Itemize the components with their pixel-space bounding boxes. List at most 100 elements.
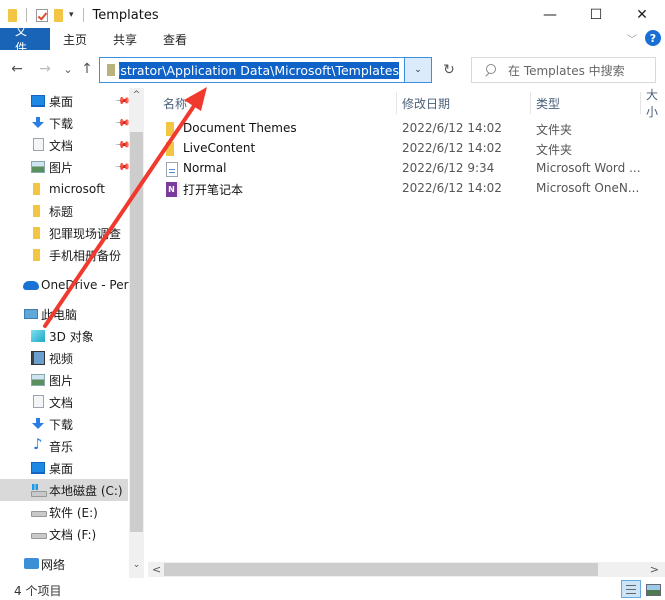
- sort-ascending-icon: ^: [273, 88, 281, 94]
- sidebar-item-downloads[interactable]: 下载 📌: [0, 112, 131, 134]
- sidebar-item-label: 文档: [49, 138, 74, 153]
- music-icon: [33, 435, 43, 453]
- document-icon: [33, 395, 44, 408]
- sidebar-item-label: 音乐: [49, 439, 74, 454]
- sidebar-item-network[interactable]: 网络: [0, 553, 128, 575]
- horizontal-scrollbar[interactable]: < >: [148, 562, 665, 577]
- sidebar-item-label: 网络: [41, 557, 66, 572]
- back-button[interactable]: ←: [8, 59, 26, 79]
- folder-icon: [166, 142, 174, 156]
- column-header-date-modified[interactable]: 修改日期: [402, 92, 450, 114]
- file-date: 2022/6/12 14:02: [402, 141, 502, 155]
- scroll-down-button[interactable]: ⌄: [129, 560, 144, 574]
- tab-share[interactable]: 共享: [100, 28, 150, 50]
- navigation-pane: 桌面 📌 下载 📌 文档 📌 图片 📌 microsoft 标题 犯罪现场调查 …: [0, 88, 144, 578]
- tab-file[interactable]: 文件: [0, 24, 50, 55]
- file-type: Microsoft Word ...: [536, 161, 641, 175]
- up-button[interactable]: ↑: [79, 59, 95, 79]
- file-name: Normal: [183, 161, 227, 175]
- search-placeholder[interactable]: 在 Templates 中搜索: [508, 62, 625, 79]
- sidebar-item-microsoft[interactable]: microsoft: [0, 178, 128, 200]
- folder-icon: [166, 122, 174, 136]
- status-bar: 4 个项目: [0, 578, 665, 600]
- file-date: 2022/6/12 14:02: [402, 181, 502, 195]
- sidebar-item-label: 本地磁盘 (C:): [49, 483, 123, 498]
- minimize-button[interactable]: —: [527, 0, 573, 30]
- refresh-button[interactable]: ↻: [436, 57, 462, 83]
- address-dropdown-button[interactable]: ⌄: [404, 57, 432, 83]
- scrollbar-thumb[interactable]: [164, 563, 598, 576]
- sidebar-item-3d-objects[interactable]: 3D 对象: [0, 325, 128, 347]
- sidebar-item-this-pc[interactable]: 此电脑: [0, 303, 128, 325]
- column-divider[interactable]: [530, 92, 531, 114]
- forward-button[interactable]: →: [36, 59, 54, 79]
- sidebar-item-label: OneDrive - Perso: [41, 278, 143, 292]
- sidebar-item-documents-pc[interactable]: 文档: [0, 391, 128, 413]
- address-input[interactable]: Administrator\Application Data\Microsoft…: [119, 61, 399, 79]
- video-icon: [31, 351, 45, 365]
- word-template-icon: [166, 162, 178, 177]
- sidebar-item-documents[interactable]: 文档 📌: [0, 134, 131, 156]
- sidebar-item-label: 软件 (E:): [49, 505, 98, 520]
- file-row[interactable]: Normal 2022/6/12 9:34 Microsoft Word ...: [148, 159, 665, 179]
- sidebar-item-drive-f[interactable]: 文档 (F:): [0, 523, 128, 545]
- maximize-button[interactable]: ☐: [573, 0, 619, 30]
- sidebar-item-videos[interactable]: 视频: [0, 347, 128, 369]
- column-header-name[interactable]: 名称: [163, 92, 187, 114]
- new-folder-icon[interactable]: [54, 8, 63, 22]
- column-header-type[interactable]: 类型: [536, 92, 560, 114]
- sidebar-item-desktop[interactable]: 桌面 📌: [0, 90, 131, 112]
- sidebar-item-downloads-pc[interactable]: 下载: [0, 413, 128, 435]
- address-bar[interactable]: Administrator\Application Data\Microsoft…: [99, 57, 405, 83]
- scrollbar-thumb[interactable]: [130, 132, 143, 532]
- expand-ribbon-icon[interactable]: ﹀: [627, 31, 637, 46]
- search-icon: [484, 64, 496, 76]
- navigation-bar: ← → ⌄ ↑ Administrator\Application Data\M…: [0, 53, 665, 87]
- properties-icon[interactable]: [36, 8, 48, 22]
- sidebar-item-pictures[interactable]: 图片 📌: [0, 156, 131, 178]
- sidebar-item-desktop-pc[interactable]: 桌面: [0, 457, 128, 479]
- file-type: 文件夹: [536, 123, 573, 137]
- sidebar-item-label: 下载: [49, 116, 74, 131]
- file-list: ^ 名称 修改日期 类型 大小 Document Themes 2022/6/1…: [148, 88, 665, 558]
- 3d-objects-icon: [31, 330, 45, 342]
- scroll-up-button[interactable]: ^: [129, 90, 144, 104]
- scroll-left-button[interactable]: <: [152, 562, 161, 577]
- item-count: 4 个项目: [14, 584, 62, 598]
- sidebar-item-crime-scene[interactable]: 犯罪现场调查: [0, 222, 128, 244]
- tab-home[interactable]: 主页: [50, 28, 100, 50]
- sidebar-item-label: 桌面: [49, 94, 74, 109]
- sidebar-item-phone-backup[interactable]: 手机相册备份: [0, 244, 128, 266]
- details-view-button[interactable]: [621, 580, 641, 598]
- column-divider[interactable]: [640, 92, 641, 114]
- sidebar-item-music[interactable]: 音乐: [0, 435, 128, 457]
- tab-view[interactable]: 查看: [150, 28, 200, 50]
- help-icon[interactable]: ?: [645, 30, 661, 46]
- file-row[interactable]: N 打开笔记本 2022/6/12 14:02 Microsoft OneN..…: [148, 179, 665, 199]
- computer-icon: [24, 309, 38, 319]
- file-row[interactable]: LiveContent 2022/6/12 14:02 文件夹: [148, 139, 665, 159]
- sidebar-item-onedrive[interactable]: OneDrive - Perso: [0, 274, 142, 296]
- title-bar: ▾ Templates — ☐ ✕: [0, 0, 665, 30]
- sidebar-item-title[interactable]: 标题: [0, 200, 128, 222]
- sidebar-item-drive-c[interactable]: 本地磁盘 (C:): [0, 479, 128, 501]
- close-button[interactable]: ✕: [619, 0, 665, 30]
- column-header-size[interactable]: 大小: [646, 88, 665, 119]
- sidebar-item-label: 文档 (F:): [49, 527, 97, 542]
- file-row[interactable]: Document Themes 2022/6/12 14:02 文件夹: [148, 119, 665, 139]
- recent-locations-button[interactable]: ⌄: [61, 59, 75, 79]
- sidebar-item-pictures-pc[interactable]: 图片: [0, 369, 128, 391]
- sidebar-item-drive-e[interactable]: 软件 (E:): [0, 501, 128, 523]
- customize-toolbar-dropdown[interactable]: ▾: [69, 10, 74, 20]
- file-name: 打开笔记本: [183, 183, 244, 197]
- column-divider[interactable]: [396, 92, 397, 114]
- file-type: 文件夹: [536, 143, 573, 157]
- sidebar-scrollbar[interactable]: ^ ⌄: [129, 88, 144, 578]
- folder-icon: [33, 205, 40, 217]
- sidebar-item-label: 图片: [49, 160, 74, 175]
- scroll-right-button[interactable]: >: [650, 562, 659, 577]
- search-box[interactable]: 在 Templates 中搜索: [471, 57, 656, 83]
- large-icons-view-button[interactable]: [643, 580, 663, 598]
- sidebar-item-label: 手机相册备份: [49, 248, 122, 263]
- download-icon: [32, 117, 44, 129]
